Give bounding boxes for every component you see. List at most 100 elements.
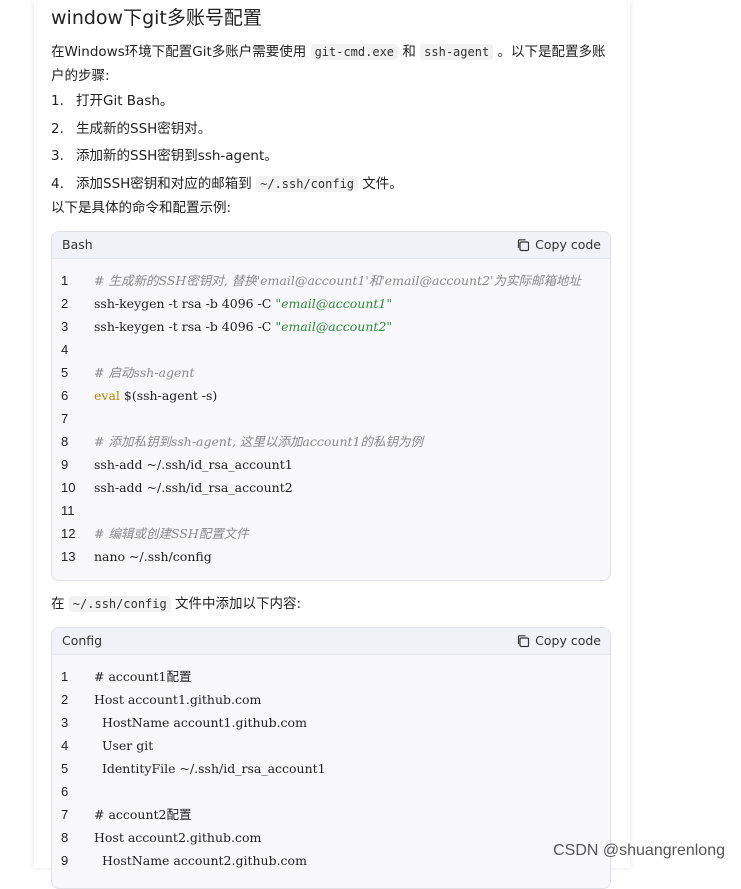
line-content: IdentityFile ~/.ssh/id_rsa_account1: [94, 757, 326, 780]
code-line: 9 ssh-add ~/.ssh/id_rsa_account1: [52, 453, 610, 476]
code-header: Bash Copy code: [52, 232, 610, 259]
line-number: 8: [61, 830, 69, 845]
line-number: 4: [61, 738, 69, 753]
code-lines: 1 # 生成新的SSH密钥对, 替换'email@account1'和'email…: [52, 259, 610, 568]
step-text: 文件。: [358, 176, 403, 192]
line-content: # 添加私钥到ssh-agent, 这里以添加account1的私钥为例: [94, 430, 423, 453]
step-text: 添加SSH密钥和对应的邮箱到: [76, 176, 257, 192]
config-intro-after: 文件中添加以下内容:: [170, 596, 302, 612]
step-text: 打开Git Bash。: [76, 93, 174, 109]
line-number: 6: [61, 784, 69, 799]
code-line: 13 nano ~/.ssh/config: [52, 545, 610, 568]
step-text: 添加新的SSH密钥到ssh-agent。: [76, 148, 278, 164]
line-number: 10: [61, 480, 76, 495]
csdn-watermark: CSDN @shuangrenlong: [553, 842, 725, 859]
config-intro: 在 ~/.ssh/config 文件中添加以下内容:: [51, 592, 301, 616]
line-number: 1: [61, 273, 69, 288]
code-line: 6 eval $(ssh-agent -s): [52, 384, 610, 407]
code-line: 8 # 添加私钥到ssh-agent, 这里以添加account1的私钥为例: [52, 430, 610, 453]
step-item: 4. 添加SSH密钥和对应的邮箱到 ~/.ssh/config 文件。: [51, 174, 403, 194]
code-text: ssh-keygen -t rsa -b 4096 -C: [94, 296, 276, 311]
inline-code-ssh-config: ~/.ssh/config: [256, 176, 359, 192]
code-text: # account2配置: [94, 807, 192, 822]
code-line: 5 # 启动ssh-agent: [52, 361, 610, 384]
line-content: Host account1.github.com: [94, 688, 261, 711]
line-number: 8: [61, 434, 69, 449]
line-number: 11: [61, 503, 75, 518]
code-line: 7: [52, 407, 610, 430]
code-language-label: Config: [62, 633, 103, 648]
code-text: Host account1.github.com: [94, 692, 262, 707]
code-header: Config Copy code: [52, 628, 610, 655]
code-string: "email@account1": [275, 296, 393, 311]
bash-code-block: Bash Copy code 1 # 生成新的SSH密钥对, 替换'email@a…: [51, 231, 611, 581]
line-number: 7: [61, 411, 69, 426]
line-number: 13: [61, 549, 76, 564]
line-content: HostName account1.github.com: [94, 711, 307, 734]
line-content: # 生成新的SSH密钥对, 替换'email@account1'和'email@…: [94, 269, 581, 292]
line-content: ssh-add ~/.ssh/id_rsa_account1: [94, 453, 293, 476]
line-number: 4: [61, 342, 69, 357]
code-lines: 1 # account1配置 2 Host account1.github.com 3 …: [52, 655, 610, 872]
code-line: 4 User git: [52, 734, 610, 757]
examples-intro: 以下是具体的命令和配置示例:: [51, 200, 232, 216]
code-line: 3 ssh-keygen -t rsa -b 4096 -C "email@acc…: [52, 315, 610, 338]
line-number: 5: [61, 365, 69, 380]
code-text: User git: [94, 738, 154, 753]
line-number: 6: [61, 388, 69, 403]
article-title: window下git多账号配置: [51, 7, 262, 29]
code-text: HostName account2.github.com: [94, 853, 307, 868]
intro-text-1: 在Windows环境下配置Git多账户需要使用: [51, 44, 311, 60]
line-number: 2: [61, 692, 69, 707]
code-text: nano ~/.ssh/config: [94, 549, 212, 564]
code-keyword: eval: [94, 388, 120, 403]
intro-paragraph-line2: 户的步骤:: [51, 68, 110, 84]
copy-code-button[interactable]: Copy code: [516, 237, 601, 252]
code-text: # account1配置: [94, 669, 192, 684]
line-number: 9: [61, 457, 69, 472]
code-line: 5 IdentityFile ~/.ssh/id_rsa_account1: [52, 757, 610, 780]
copy-icon: [518, 238, 530, 251]
line-number: 5: [61, 761, 69, 776]
code-line: 10 ssh-add ~/.ssh/id_rsa_account2: [52, 476, 610, 499]
code-text: HostName account1.github.com: [94, 715, 307, 730]
line-content: nano ~/.ssh/config: [94, 545, 212, 568]
line-content: ssh-add ~/.ssh/id_rsa_account2: [94, 476, 293, 499]
line-content: ssh-keygen -t rsa -b 4096 -C "email@acco…: [94, 292, 392, 315]
line-number: 1: [61, 669, 69, 684]
code-line: 11: [52, 499, 610, 522]
line-content: eval $(ssh-agent -s): [94, 384, 217, 407]
code-line: 8 Host account2.github.com: [52, 826, 610, 849]
inline-code-git-cmd: git-cmd.exe: [310, 44, 399, 60]
inline-code-ssh-agent: ssh-agent: [420, 44, 494, 60]
line-content: ssh-keygen -t rsa -b 4096 -C "email@acco…: [94, 315, 392, 338]
line-number: 12: [61, 526, 76, 541]
intro-text-2: 和: [398, 44, 421, 60]
intro-paragraph: 在Windows环境下配置Git多账户需要使用 git-cmd.exe 和 ss…: [51, 40, 605, 64]
line-number: 3: [61, 319, 69, 334]
copy-code-button[interactable]: Copy code: [516, 633, 601, 648]
code-line: 6: [52, 780, 610, 803]
line-number: 2: [61, 296, 69, 311]
code-line: 9 HostName account2.github.com: [52, 849, 610, 872]
step-text: 生成新的SSH密钥对。: [76, 121, 212, 137]
code-line: 12 # 编辑或创建SSH配置文件: [52, 522, 610, 545]
step-number: 3.: [51, 148, 64, 164]
step-number: 1.: [51, 93, 64, 109]
code-language-label: Bash: [62, 237, 93, 252]
line-content: User git: [94, 734, 153, 757]
step-item: 2. 生成新的SSH密钥对。: [51, 119, 211, 139]
code-line: 1 # account1配置: [52, 665, 610, 688]
config-code-block: Config Copy code 1 # account1配置 2 Host acco…: [51, 627, 611, 889]
step-number: 4.: [51, 176, 64, 192]
code-line: 4: [52, 338, 610, 361]
code-line: 2 ssh-keygen -t rsa -b 4096 -C "email@acc…: [52, 292, 610, 315]
line-number: 7: [61, 807, 69, 822]
line-content: # account2配置: [94, 803, 192, 826]
code-text: ssh-add ~/.ssh/id_rsa_account2: [94, 480, 293, 495]
code-text: IdentityFile ~/.ssh/id_rsa_account1: [94, 761, 326, 776]
code-text: Host account2.github.com: [94, 830, 262, 845]
line-number: 9: [61, 853, 69, 868]
step-number: 2.: [51, 121, 64, 137]
code-comment: # 生成新的SSH密钥对, 替换'email@account1'和'email@…: [94, 273, 581, 288]
